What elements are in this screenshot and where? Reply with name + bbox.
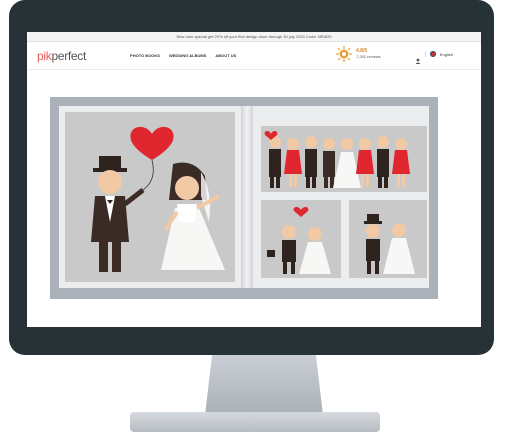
- rating-caption: 7,252 reviews: [356, 54, 381, 59]
- couple-portrait-photo: [349, 200, 427, 278]
- nav-about-us[interactable]: ABOUT US: [215, 53, 236, 58]
- nav-photo-books[interactable]: PHOTO BOOKS: [130, 53, 160, 58]
- monitor-stand-base: [130, 412, 380, 432]
- album-page-right: [253, 106, 429, 288]
- monitor-screen: New user special get 20% off your first …: [27, 32, 481, 327]
- logo-part-2: perfect: [51, 48, 87, 63]
- language-selector[interactable]: English: [440, 52, 453, 57]
- album-spine: [241, 106, 253, 288]
- couple-walking-photo: [261, 200, 341, 278]
- rating-badge-icon: [336, 46, 352, 62]
- header-actions: English: [415, 51, 453, 64]
- divider: [424, 51, 426, 57]
- logo-part-1: pik: [37, 48, 52, 63]
- user-icon[interactable]: [415, 51, 421, 64]
- photo-album-preview: [50, 97, 438, 299]
- album-page-left: [59, 106, 241, 288]
- rating-widget[interactable]: 4.8/5 7,252 reviews: [336, 46, 381, 62]
- couple-balloon-photo: [65, 112, 235, 282]
- group-photo: [261, 126, 427, 192]
- uk-flag-icon[interactable]: [429, 51, 436, 57]
- nav-wedding-albums[interactable]: WEDDING ALBUMS: [169, 53, 206, 58]
- main-nav: PHOTO BOOKS WEDDING ALBUMS ABOUT US: [130, 53, 236, 58]
- monitor-stand-neck: [205, 355, 323, 415]
- site-header: pikperfect PHOTO BOOKS WEDDING ALBUMS AB…: [27, 42, 481, 70]
- logo[interactable]: pikperfect: [37, 49, 86, 63]
- promo-banner: New user special get 20% off your first …: [27, 32, 481, 42]
